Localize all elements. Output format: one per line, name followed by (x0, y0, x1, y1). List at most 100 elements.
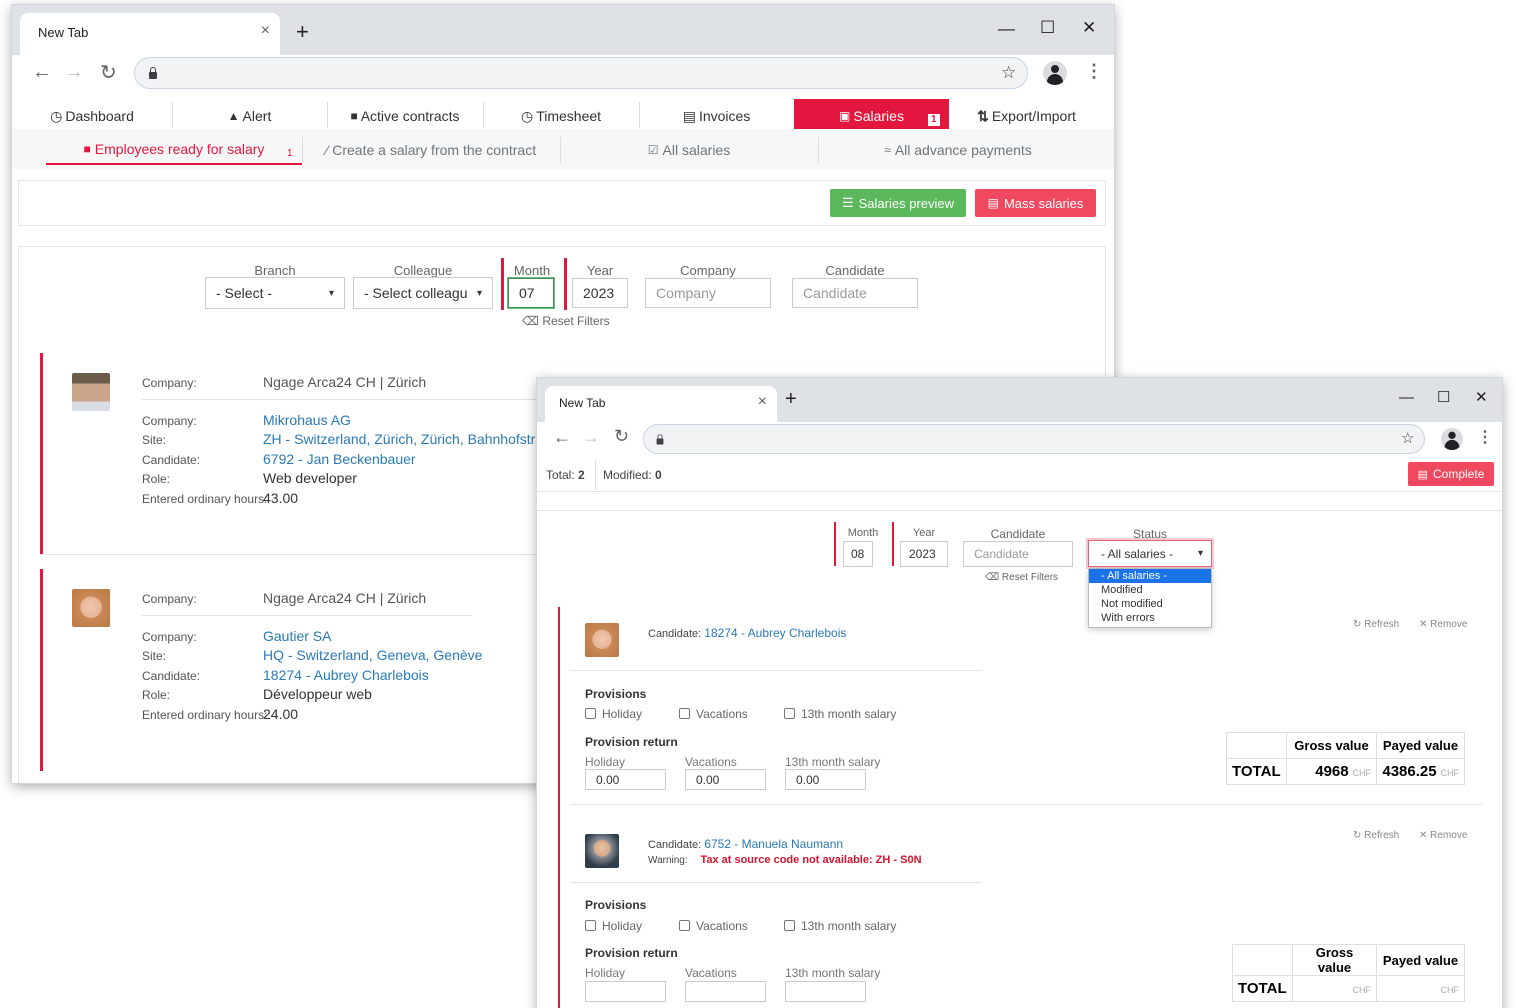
close-window-icon[interactable]: ✕ (1082, 18, 1096, 38)
reset-filters-link[interactable]: ⌫ Reset Filters (985, 572, 1058, 583)
candidate-input[interactable]: Candidate (792, 278, 918, 308)
bookmark-star-icon[interactable]: ☆ (1001, 63, 1016, 83)
thirteenth-return-input[interactable] (785, 981, 866, 1002)
gross-value: 4968 CHF (1286, 758, 1377, 785)
nav-active-contracts[interactable]: ■ Active contracts (327, 99, 483, 133)
candidate-link[interactable]: 6792 - Jan Beckenbauer (263, 451, 416, 467)
status-option[interactable]: - All salaries - (1089, 569, 1211, 583)
candidate-input[interactable]: Candidate (963, 541, 1073, 567)
dashboard-icon: ◷ (50, 107, 63, 124)
remove-link[interactable]: ✕ Remove (1419, 830, 1467, 841)
branch-select[interactable]: - Select - ▾ (205, 277, 345, 309)
maximize-icon[interactable]: ☐ (1040, 18, 1055, 38)
candidate-line: Candidate: 18274 - Aubrey Charlebois (648, 626, 847, 640)
tab-close-icon[interactable]: × (758, 393, 767, 411)
salaries-preview-button[interactable]: ☰ Salaries preview (830, 189, 966, 217)
browser-tab[interactable]: New Tab × (545, 386, 777, 422)
thirteenth-return-input[interactable]: 0.00 (785, 769, 866, 790)
refresh-link[interactable]: ↻ Refresh (1353, 619, 1399, 630)
vacations-return-input[interactable]: 0.00 (685, 769, 766, 790)
subnav-all-advance[interactable]: ≈ All advance payments (818, 135, 1098, 165)
profile-avatar-icon[interactable] (1440, 427, 1464, 451)
field-label: Role: (142, 472, 171, 486)
holiday-return-input[interactable] (585, 981, 666, 1002)
close-window-icon[interactable]: ✕ (1475, 388, 1488, 406)
colleague-select[interactable]: - Select colleagu ▾ (353, 277, 493, 309)
subnav-create-salary[interactable]: ⁄ Create a salary from the contract (302, 135, 560, 165)
address-bar[interactable]: ☆ (134, 57, 1028, 89)
nav-export-import[interactable]: ⇅ Export/Import (949, 99, 1104, 133)
company-input[interactable]: Company (645, 278, 771, 308)
new-tab-icon[interactable]: + (296, 19, 309, 45)
status-select[interactable]: - All salaries - ▾ (1088, 540, 1212, 567)
reset-filters-link[interactable]: ⌫ Reset Filters (522, 314, 610, 328)
new-tab-icon[interactable]: + (785, 388, 797, 411)
maximize-icon[interactable]: ☐ (1437, 388, 1450, 406)
tab-close-icon[interactable]: × (261, 22, 270, 40)
vacations-label: Vacations (685, 966, 737, 980)
nav-timesheet[interactable]: ◷ Timesheet (483, 99, 639, 133)
mass-salaries-button[interactable]: ▤ Mass salaries (975, 189, 1096, 217)
tab-strip: New Tab × + — ☐ ✕ (12, 5, 1114, 55)
holiday-checkbox[interactable]: Holiday (585, 919, 642, 933)
subnav-label: All salaries (662, 142, 731, 158)
holiday-return-input[interactable]: 0.00 (585, 769, 666, 790)
back-icon[interactable]: ← (553, 427, 571, 448)
gross-value-header: Gross value (1292, 944, 1377, 976)
nav-invoices[interactable]: ▤ Invoices (639, 99, 794, 133)
complete-button[interactable]: ▤ Complete (1408, 462, 1494, 486)
browser-tab[interactable]: New Tab × (20, 13, 280, 55)
thirteenth-checkbox[interactable]: 13th month salary (784, 707, 896, 721)
subnav-label: All advance payments (894, 142, 1032, 158)
site-link[interactable]: ZH - Switzerland, Zürich, Zürich, Bahnho… (263, 431, 557, 447)
vacations-return-input[interactable] (685, 981, 766, 1002)
month-input[interactable]: 08 (843, 541, 873, 567)
candidate-link[interactable]: 6752 - Manuela Naumann (704, 837, 843, 851)
back-icon[interactable]: ← (32, 61, 52, 84)
candidate-link[interactable]: 18274 - Aubrey Charlebois (263, 667, 429, 683)
month-value: 07 (519, 285, 535, 301)
reload-icon[interactable]: ↻ (100, 60, 117, 85)
nav-alert[interactable]: ▲ Alert (172, 99, 327, 133)
salaries-badge: 1 (928, 114, 940, 126)
salary-total-table: Gross value Payed value TOTAL CHF CHF (1232, 944, 1465, 1002)
nav-dashboard[interactable]: ◷ Dashboard (12, 99, 172, 133)
status-option[interactable]: With errors (1089, 611, 1211, 625)
status-option[interactable]: Modified (1089, 583, 1211, 597)
menu-kebab-icon[interactable]: ⋮ (1085, 61, 1103, 82)
colleague-value: - Select colleagu (364, 285, 468, 301)
forward-icon[interactable]: → (582, 427, 600, 448)
bookmark-star-icon[interactable]: ☆ (1401, 429, 1414, 447)
card-marker (40, 569, 43, 771)
button-label: Complete (1433, 467, 1485, 481)
year-input[interactable]: 2023 (900, 541, 948, 567)
stats-divider (595, 460, 596, 490)
client-link[interactable]: Mikrohaus AG (263, 412, 351, 428)
total-label: Total: 2 (546, 468, 585, 482)
client-link[interactable]: Gautier SA (263, 628, 331, 644)
address-bar[interactable]: ☆ (643, 424, 1425, 454)
remove-link[interactable]: ✕ Remove (1419, 619, 1467, 630)
minimize-icon[interactable]: — (998, 19, 1015, 39)
forward-icon[interactable]: → (64, 61, 84, 84)
vacations-checkbox[interactable]: Vacations (679, 919, 748, 933)
minimize-icon[interactable]: — (1399, 389, 1414, 406)
year-input[interactable]: 2023 (572, 278, 628, 308)
field-label: Entered ordinary hours: (142, 708, 268, 722)
tab-title: New Tab (559, 396, 606, 410)
refresh-link[interactable]: ↻ Refresh (1353, 830, 1399, 841)
subnav-all-salaries[interactable]: ☑ All salaries (560, 135, 818, 165)
subnav-employees-ready[interactable]: ■ Employees ready for salary 1 (46, 135, 302, 165)
site-link[interactable]: HQ - Switzerland, Geneva, Genève (263, 647, 482, 663)
month-input[interactable]: 07 (508, 278, 554, 308)
profile-avatar-icon[interactable] (1043, 61, 1067, 85)
menu-kebab-icon[interactable]: ⋮ (1477, 427, 1493, 447)
status-option[interactable]: Not modified (1089, 597, 1211, 611)
role-value: Développeur web (263, 686, 372, 702)
thirteenth-checkbox[interactable]: 13th month salary (784, 919, 896, 933)
vacations-checkbox[interactable]: Vacations (679, 707, 748, 721)
nav-salaries[interactable]: ▣ Salaries 1 (794, 99, 949, 133)
reload-icon[interactable]: ↻ (614, 426, 629, 447)
candidate-link[interactable]: 18274 - Aubrey Charlebois (704, 626, 846, 640)
holiday-checkbox[interactable]: Holiday (585, 707, 642, 721)
